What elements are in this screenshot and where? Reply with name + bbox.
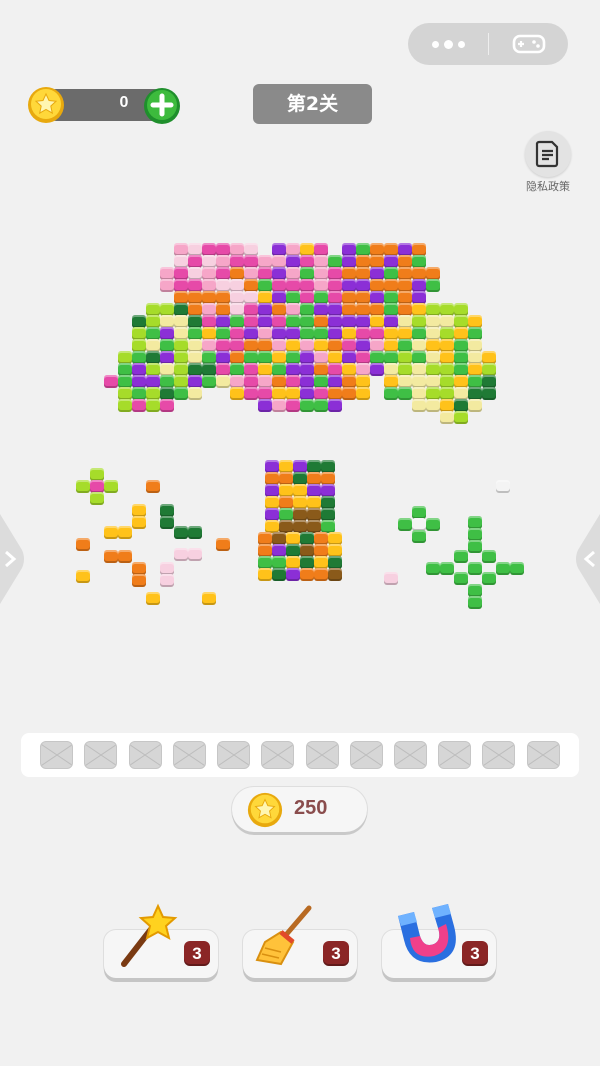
game-tile[interactable] xyxy=(370,363,384,376)
game-tile[interactable] xyxy=(482,387,496,400)
game-tile[interactable] xyxy=(174,526,188,539)
game-tile[interactable] xyxy=(118,526,132,539)
game-tile[interactable] xyxy=(468,596,482,609)
game-tile[interactable] xyxy=(342,387,356,400)
game-tile[interactable] xyxy=(314,568,328,581)
broom-icon xyxy=(251,902,321,976)
game-tile[interactable] xyxy=(468,540,482,553)
game-tile[interactable] xyxy=(426,399,440,412)
game-tile[interactable] xyxy=(496,562,510,575)
tray-slot xyxy=(84,741,118,769)
broom-button[interactable]: 3 xyxy=(243,905,357,978)
game-tile[interactable] xyxy=(440,562,454,575)
game-tile[interactable] xyxy=(230,387,244,400)
game-tile[interactable] xyxy=(146,592,160,605)
tray-slot xyxy=(482,741,516,769)
game-tile[interactable] xyxy=(454,572,468,585)
game-tile[interactable] xyxy=(300,568,314,581)
game-tile[interactable] xyxy=(426,279,440,292)
game-tile[interactable] xyxy=(118,399,132,412)
tray-slot xyxy=(40,741,74,769)
game-tile[interactable] xyxy=(160,279,174,292)
powerup-count: 3 xyxy=(184,941,210,966)
game-tile[interactable] xyxy=(384,572,398,585)
magnet-button[interactable]: 3 xyxy=(382,904,496,978)
game-tile[interactable] xyxy=(328,568,342,581)
game-tile[interactable] xyxy=(440,411,454,424)
tray-slot xyxy=(438,741,472,769)
coin-icon xyxy=(246,791,284,833)
game-tile[interactable] xyxy=(132,574,146,587)
powerup-count: 3 xyxy=(323,941,349,966)
game-tile[interactable] xyxy=(496,480,510,493)
tile-slot-tray xyxy=(21,733,579,777)
game-tile[interactable] xyxy=(146,399,160,412)
game-tile[interactable] xyxy=(174,548,188,561)
game-tile[interactable] xyxy=(468,562,482,575)
game-tile[interactable] xyxy=(412,399,426,412)
game-tile[interactable] xyxy=(272,399,286,412)
game-tile[interactable] xyxy=(454,411,468,424)
game-tile[interactable] xyxy=(104,550,118,563)
game-tile[interactable] xyxy=(216,538,230,551)
game-tile[interactable] xyxy=(118,550,132,563)
powerup-count: 3 xyxy=(462,941,488,966)
game-tile[interactable] xyxy=(188,387,202,400)
game-tile[interactable] xyxy=(216,375,230,388)
game-tile[interactable] xyxy=(160,574,174,587)
game-tile[interactable] xyxy=(412,530,426,543)
game-tile[interactable] xyxy=(132,516,146,529)
game-tile[interactable] xyxy=(398,387,412,400)
star-wand-icon xyxy=(112,902,182,976)
game-tile[interactable] xyxy=(314,399,328,412)
game-tile[interactable] xyxy=(300,399,314,412)
magic-wand-button[interactable]: 3 xyxy=(104,903,218,978)
tray-slot xyxy=(172,741,206,769)
tray-slot xyxy=(526,741,560,769)
coin-reward-badge: 250 xyxy=(232,787,367,832)
game-tile[interactable] xyxy=(482,572,496,585)
game-tile[interactable] xyxy=(258,399,272,412)
reward-amount: 250 xyxy=(294,797,328,819)
game-tile[interactable] xyxy=(160,399,174,412)
game-tile[interactable] xyxy=(356,387,370,400)
game-tile[interactable] xyxy=(258,568,272,581)
game-tile[interactable] xyxy=(468,399,482,412)
tray-slot xyxy=(305,741,339,769)
game-tile[interactable] xyxy=(146,480,160,493)
game-tile[interactable] xyxy=(76,480,90,493)
tray-slot xyxy=(393,741,427,769)
game-tile[interactable] xyxy=(286,568,300,581)
game-tile[interactable] xyxy=(160,516,174,529)
game-tile[interactable] xyxy=(426,562,440,575)
game-tile[interactable] xyxy=(76,570,90,583)
game-tile[interactable] xyxy=(286,399,300,412)
game-tile[interactable] xyxy=(398,518,412,531)
tray-slot xyxy=(349,741,383,769)
game-tile[interactable] xyxy=(174,387,188,400)
game-tile[interactable] xyxy=(482,550,496,563)
game-tile[interactable] xyxy=(188,526,202,539)
game-tile[interactable] xyxy=(384,387,398,400)
game-tile[interactable] xyxy=(202,375,216,388)
game-tile[interactable] xyxy=(188,548,202,561)
magnet-icon xyxy=(390,902,462,976)
game-tile[interactable] xyxy=(132,399,146,412)
game-tile[interactable] xyxy=(90,492,104,505)
tray-slot xyxy=(217,741,251,769)
game-tile[interactable] xyxy=(104,480,118,493)
game-tile[interactable] xyxy=(426,518,440,531)
game-tile[interactable] xyxy=(76,538,90,551)
tile-board[interactable] xyxy=(0,0,600,700)
game-tile[interactable] xyxy=(510,562,524,575)
game-tile[interactable] xyxy=(272,568,286,581)
game-tile[interactable] xyxy=(454,550,468,563)
tray-slot xyxy=(261,741,295,769)
game-tile[interactable] xyxy=(244,387,258,400)
game-tile[interactable] xyxy=(104,375,118,388)
tray-slot xyxy=(128,741,162,769)
game-tile[interactable] xyxy=(328,399,342,412)
game-tile[interactable] xyxy=(104,526,118,539)
game-tile[interactable] xyxy=(202,592,216,605)
